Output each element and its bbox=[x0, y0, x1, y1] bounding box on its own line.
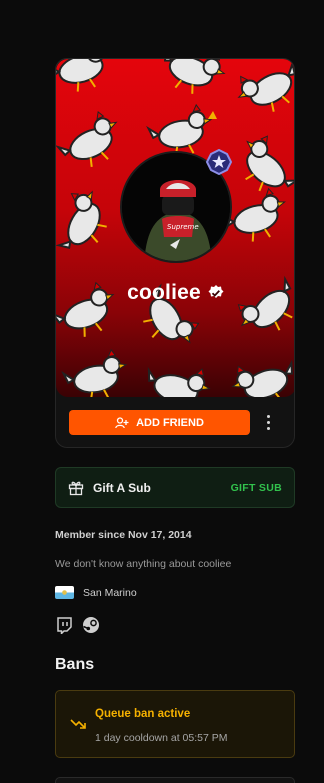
gift-title: Gift A Sub bbox=[93, 480, 151, 495]
country: San Marino bbox=[55, 586, 137, 599]
about-text: We don't know anything about cooliee bbox=[55, 558, 232, 570]
san-marino-flag-icon bbox=[55, 586, 74, 599]
gift-sub-button[interactable]: GIFT SUB bbox=[231, 482, 282, 494]
verified-icon bbox=[208, 285, 224, 298]
twitch-icon[interactable] bbox=[55, 616, 73, 636]
profile-card: Supreme cooliee ADD FRIEND bbox=[55, 58, 295, 448]
social-links bbox=[55, 616, 100, 636]
dot-icon bbox=[266, 427, 270, 430]
add-friend-label: ADD FRIEND bbox=[136, 416, 204, 429]
gift-icon bbox=[68, 481, 84, 495]
add-friend-button[interactable]: ADD FRIEND bbox=[69, 410, 250, 435]
trend-down-icon bbox=[70, 719, 86, 729]
next-card bbox=[55, 777, 295, 783]
profile-banner: Supreme cooliee bbox=[56, 59, 294, 397]
ban-card: Queue ban active 1 day cooldown at 05:57… bbox=[55, 690, 295, 758]
level-badge-icon[interactable] bbox=[206, 149, 232, 175]
username: cooliee bbox=[127, 281, 201, 304]
username-row: cooliee bbox=[56, 281, 294, 305]
bans-title: Bans bbox=[55, 656, 95, 673]
member-since: Member since Nov 17, 2014 bbox=[55, 529, 192, 541]
country-name: San Marino bbox=[83, 586, 137, 599]
dot-icon bbox=[266, 415, 270, 418]
more-options-button[interactable] bbox=[260, 410, 276, 435]
add-user-icon bbox=[115, 416, 129, 428]
gift-sub-card[interactable]: Gift A Sub GIFT SUB bbox=[55, 467, 295, 508]
ban-title: Queue ban active bbox=[95, 708, 191, 720]
svg-text:Supreme: Supreme bbox=[167, 223, 199, 231]
steam-icon[interactable] bbox=[82, 616, 100, 634]
dot-icon bbox=[266, 421, 270, 424]
ban-subtitle: 1 day cooldown at 05:57 PM bbox=[95, 732, 228, 744]
